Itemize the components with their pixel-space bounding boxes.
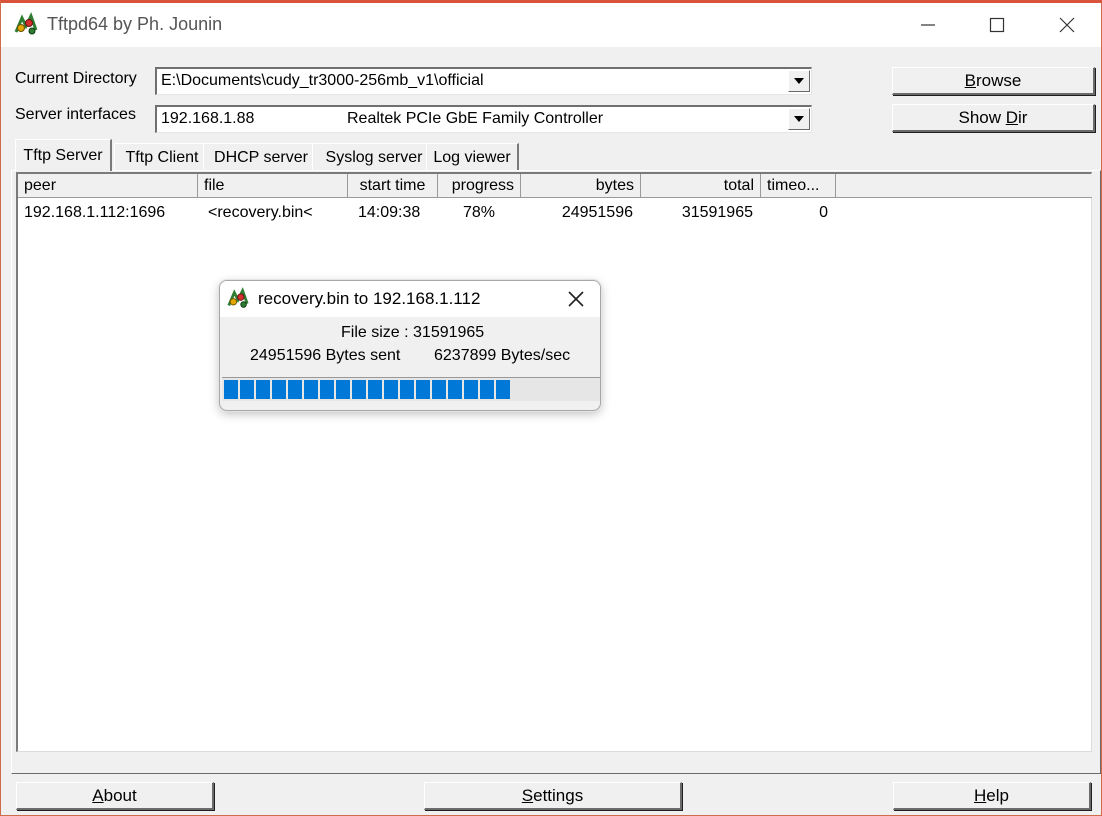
column-header-progress[interactable]: progress bbox=[438, 174, 521, 198]
progress-bar-fill bbox=[224, 380, 512, 399]
window-title: Tftpd64 by Ph. Jounin bbox=[47, 14, 223, 34]
progress-segment bbox=[240, 380, 254, 399]
progress-segment bbox=[336, 380, 350, 399]
current-directory-dropdown-button[interactable] bbox=[788, 70, 810, 92]
transfer-progress-bar bbox=[222, 377, 600, 401]
help-button-label: Help bbox=[974, 785, 1009, 805]
close-icon bbox=[1059, 17, 1075, 33]
cell-progress: 78% bbox=[462, 204, 495, 221]
dialog-bytes-sent: 24951596 Bytes sent bbox=[250, 347, 401, 364]
current-directory-combo[interactable]: E:\Documents\cudy_tr3000-256mb_v1\offici… bbox=[155, 67, 812, 95]
progress-segment bbox=[304, 380, 318, 399]
settings-button-label: Settings bbox=[521, 785, 584, 805]
maximize-button[interactable] bbox=[962, 3, 1032, 47]
cell-timeout: 0 bbox=[819, 204, 828, 221]
maximize-icon bbox=[989, 17, 1005, 33]
cell-file: <recovery.bin< bbox=[208, 204, 313, 221]
tab-log-viewer[interactable]: Log viewer bbox=[426, 143, 519, 171]
minimize-icon bbox=[921, 24, 935, 26]
minimize-button[interactable] bbox=[893, 3, 963, 47]
progress-segment bbox=[400, 380, 414, 399]
chevron-down-icon bbox=[794, 116, 804, 122]
help-button[interactable]: Help bbox=[893, 782, 1091, 810]
transfer-list[interactable]: peer file start time progress bytes tota… bbox=[16, 172, 1092, 752]
column-header-filler bbox=[836, 174, 1092, 198]
server-interfaces-combo[interactable]: 192.168.1.88 Realtek PCIe GbE Family Con… bbox=[155, 105, 812, 133]
settings-button[interactable]: Settings bbox=[424, 782, 682, 810]
column-header-peer[interactable]: peer bbox=[18, 174, 198, 198]
app-window: Tftpd64 by Ph. Jounin Current Directory … bbox=[0, 0, 1102, 816]
tftpd64-app-icon bbox=[14, 12, 38, 35]
show-dir-button[interactable]: Show Dir bbox=[892, 104, 1095, 132]
browse-button[interactable]: Browse bbox=[892, 67, 1095, 95]
progress-segment bbox=[480, 380, 494, 399]
about-button[interactable]: About bbox=[16, 782, 214, 810]
progress-segment bbox=[464, 380, 478, 399]
progress-segment bbox=[256, 380, 270, 399]
column-header-bytes[interactable]: bytes bbox=[521, 174, 641, 198]
browse-button-label: Browse bbox=[964, 70, 1022, 90]
tab-tftp-client[interactable]: Tftp Client bbox=[114, 143, 211, 171]
server-interfaces-label: Server interfaces bbox=[15, 106, 136, 123]
tab-dhcp-server[interactable]: DHCP server bbox=[203, 143, 320, 171]
show-dir-button-label: Show Dir bbox=[958, 107, 1028, 127]
server-interface-adapter: Realtek PCIe GbE Family Controller bbox=[347, 110, 604, 127]
progress-segment bbox=[368, 380, 382, 399]
progress-segment bbox=[496, 380, 510, 399]
dialog-title: recovery.bin to 192.168.1.112 bbox=[258, 289, 481, 308]
current-directory-value: E:\Documents\cudy_tr3000-256mb_v1\offici… bbox=[161, 72, 484, 89]
cell-peer: 192.168.1.112:1696 bbox=[24, 204, 166, 221]
current-directory-label: Current Directory bbox=[15, 70, 137, 87]
close-icon[interactable] bbox=[566, 289, 586, 309]
tab-tftp-server[interactable]: Tftp Server bbox=[15, 139, 112, 171]
progress-segment bbox=[448, 380, 462, 399]
server-interface-ip: 192.168.1.88 bbox=[161, 110, 255, 127]
column-header-total[interactable]: total bbox=[641, 174, 761, 198]
column-header-timeout[interactable]: timeo... bbox=[761, 174, 836, 198]
progress-segment bbox=[416, 380, 430, 399]
cell-start-time: 14:09:38 bbox=[358, 204, 421, 221]
dialog-transfer-rate: 6237899 Bytes/sec bbox=[434, 347, 571, 364]
close-button[interactable] bbox=[1032, 3, 1101, 47]
column-header-start-time[interactable]: start time bbox=[348, 174, 438, 198]
progress-segment bbox=[320, 380, 334, 399]
dialog-file-size: File size : 31591965 bbox=[341, 324, 485, 341]
cell-bytes: 24951596 bbox=[561, 204, 633, 221]
title-bar[interactable]: Tftpd64 by Ph. Jounin bbox=[1, 3, 1101, 47]
tftpd64-app-icon bbox=[227, 287, 249, 308]
progress-segment bbox=[288, 380, 302, 399]
about-button-label: About bbox=[92, 785, 137, 805]
dialog-title-bar[interactable]: recovery.bin to 192.168.1.112 bbox=[220, 281, 600, 317]
server-interfaces-dropdown-button[interactable] bbox=[788, 108, 810, 130]
progress-segment bbox=[224, 380, 238, 399]
transfer-progress-dialog[interactable]: recovery.bin to 192.168.1.112 File size … bbox=[219, 280, 601, 411]
cell-total: 31591965 bbox=[681, 204, 753, 221]
chevron-down-icon bbox=[794, 78, 804, 84]
progress-segment bbox=[384, 380, 398, 399]
progress-segment bbox=[352, 380, 366, 399]
column-header-file[interactable]: file bbox=[198, 174, 348, 198]
progress-segment bbox=[432, 380, 446, 399]
progress-segment bbox=[272, 380, 286, 399]
tab-syslog-server[interactable]: Syslog server bbox=[312, 143, 437, 171]
